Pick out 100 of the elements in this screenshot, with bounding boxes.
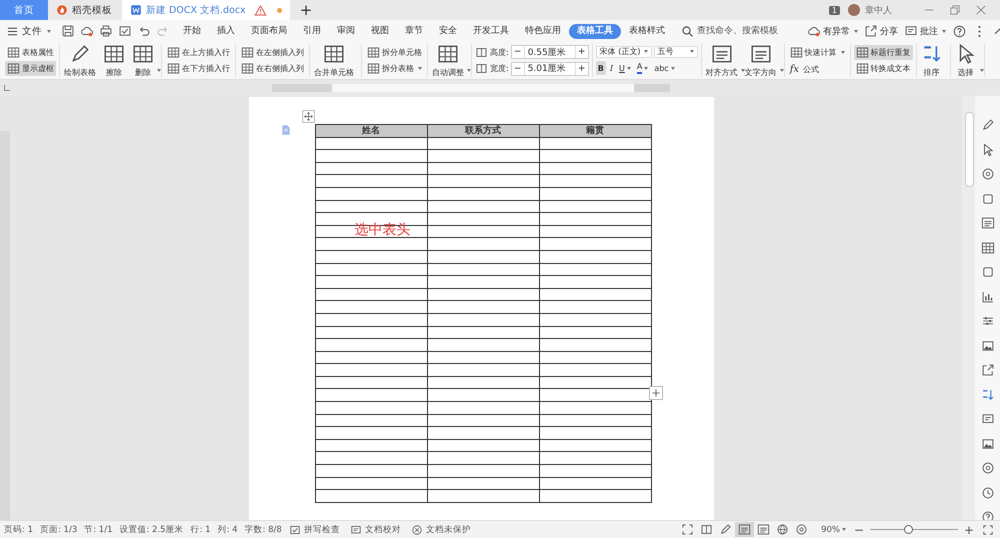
menu-tab[interactable]: 视图 xyxy=(363,24,397,38)
status-button[interactable]: 文档未保护 xyxy=(410,524,471,536)
ribbon-button[interactable]: 标题行重复 xyxy=(854,44,913,60)
status-button[interactable]: 文档校对 xyxy=(350,524,401,536)
share-icon[interactable] xyxy=(980,363,994,377)
ribbon-button[interactable]: 合并单元格 xyxy=(313,44,358,78)
format-button[interactable]: abc xyxy=(652,61,677,76)
tab[interactable]: 稻壳模板 xyxy=(48,0,122,20)
column-header: 籍贯 xyxy=(539,124,651,138)
ribbon-button[interactable]: 对齐方式 xyxy=(704,44,742,78)
tab-label: 新建 DOCX 文档.docx xyxy=(146,4,246,16)
ribbon-button[interactable]: 拆分单元格 xyxy=(365,44,424,60)
text-lines-icon[interactable] xyxy=(980,216,994,230)
clock-icon[interactable] xyxy=(980,486,994,500)
menu-tab[interactable]: 表格工具 xyxy=(569,24,621,38)
zoom-dropdown[interactable]: 90% xyxy=(821,524,846,534)
fullscreen-icon[interactable] xyxy=(982,524,994,536)
bar-chart-icon[interactable] xyxy=(980,290,994,304)
ribbon-button[interactable]: 在左侧插入列 xyxy=(239,44,306,60)
add-icon[interactable] xyxy=(648,386,662,400)
book-icon xyxy=(700,523,714,536)
target-icon[interactable] xyxy=(980,167,994,181)
ribbon-button[interactable]: 擦除 xyxy=(102,44,129,78)
menu-tab[interactable]: 页面布局 xyxy=(243,24,295,38)
ribbon-button[interactable]: 自动调整 xyxy=(431,44,468,78)
image-icon[interactable] xyxy=(980,338,994,352)
scroll-thumb[interactable] xyxy=(965,112,974,187)
sort-icon[interactable] xyxy=(980,388,994,402)
checkbox-icon[interactable] xyxy=(118,24,132,38)
toolbar-button[interactable]: 批注 xyxy=(904,24,946,38)
comment-icon xyxy=(350,524,362,536)
format-button[interactable]: I xyxy=(608,61,615,76)
table-icon xyxy=(132,43,154,65)
print-icon[interactable] xyxy=(99,24,113,38)
font-dropdown[interactable]: 宋体 (正文) xyxy=(596,46,652,58)
ribbon-button[interactable]: 在上方插入行 xyxy=(165,44,232,60)
ribbon-button[interactable]: 绘制表格 xyxy=(63,44,100,78)
toolbar-button[interactable]: 有异常 xyxy=(807,24,858,38)
ribbon-button[interactable]: 在右侧插入列 xyxy=(239,61,306,76)
fullscreen-icon xyxy=(681,523,694,536)
caret-icon xyxy=(690,50,694,54)
ribbon-button[interactable]: 表格属性 xyxy=(5,44,56,60)
ribbon-button[interactable]: 排序 xyxy=(920,44,947,78)
sliders-icon[interactable] xyxy=(980,314,994,328)
status-text: 列: 4 xyxy=(218,524,238,536)
share-icon xyxy=(864,24,878,38)
square-icon[interactable] xyxy=(980,265,994,279)
format-button[interactable]: A xyxy=(634,61,650,76)
undo-icon[interactable] xyxy=(137,24,151,38)
ribbon-button[interactable]: 转换成文本 xyxy=(854,61,913,76)
slider-thumb[interactable] xyxy=(904,525,913,534)
scrollbar[interactable] xyxy=(962,96,975,520)
comment-icon[interactable] xyxy=(980,412,994,426)
table-icon[interactable] xyxy=(980,240,994,254)
menu-tab[interactable]: 插入 xyxy=(209,24,243,38)
help-icon[interactable] xyxy=(952,24,967,38)
spin-field[interactable]: − 0.55厘米 + xyxy=(510,45,589,60)
format-button[interactable]: U xyxy=(616,61,633,76)
save-icon[interactable] xyxy=(61,24,75,38)
zoom-out-button[interactable]: − xyxy=(852,522,866,536)
ribbon-button[interactable]: 拆分表格 xyxy=(365,61,424,76)
square-icon[interactable] xyxy=(980,192,994,206)
close-icon[interactable] xyxy=(974,3,988,17)
pencil-icon[interactable] xyxy=(980,118,994,132)
new-tab-button[interactable]: + xyxy=(296,1,316,19)
ribbon-button[interactable]: 删除 xyxy=(131,44,158,78)
format-button[interactable]: B xyxy=(596,61,606,76)
tab[interactable]: 新建 DOCX 文档.docx xyxy=(122,0,290,20)
spin-field[interactable]: − 5.01厘米 + xyxy=(510,62,589,76)
menu-tab[interactable]: 开发工具 xyxy=(465,24,517,38)
user-name[interactable]: 章中人 xyxy=(865,4,892,16)
text-lines-icon xyxy=(710,43,733,65)
menu-tab[interactable]: 特色应用 xyxy=(517,24,569,38)
help-icon[interactable] xyxy=(980,510,994,520)
ribbon-button[interactable]: 文字方向 xyxy=(744,44,781,78)
column-header: 联系方式 xyxy=(427,124,539,138)
file-menu-button[interactable]: 文件 xyxy=(6,24,51,38)
menu-tab[interactable]: 安全 xyxy=(431,24,465,38)
restore-icon[interactable] xyxy=(948,3,962,17)
target-icon[interactable] xyxy=(980,461,994,475)
annotation-text: 选中表头 xyxy=(354,221,410,239)
zoom-in-button[interactable]: + xyxy=(962,522,976,536)
ribbon-button[interactable]: 显示虚框 xyxy=(5,61,56,76)
menu-tab[interactable]: 引用 xyxy=(295,24,329,38)
move-handle-icon[interactable] xyxy=(302,110,314,123)
font-size-dropdown[interactable]: 五号 xyxy=(654,46,698,58)
image-icon[interactable] xyxy=(980,436,994,450)
status-button[interactable]: 拼写检查 xyxy=(288,524,340,536)
menu-tab[interactable]: 章节 xyxy=(397,24,431,38)
toolbar-button[interactable]: 分享 xyxy=(864,24,898,38)
menu-tab[interactable]: 开始 xyxy=(175,24,209,38)
menu-tab[interactable]: 审阅 xyxy=(329,24,363,38)
view-button[interactable] xyxy=(735,522,754,537)
ribbon-button[interactable]: 选择 xyxy=(954,44,981,78)
menu-tab[interactable]: 表格样式 xyxy=(621,24,673,38)
ribbon-button[interactable]: fx 公式 xyxy=(788,62,847,76)
cloud-icon[interactable] xyxy=(80,24,94,38)
ribbon-button[interactable]: 快速计算 xyxy=(788,45,847,60)
table-icon xyxy=(790,46,803,60)
ribbon-button[interactable]: 在下方插入行 xyxy=(165,61,232,76)
